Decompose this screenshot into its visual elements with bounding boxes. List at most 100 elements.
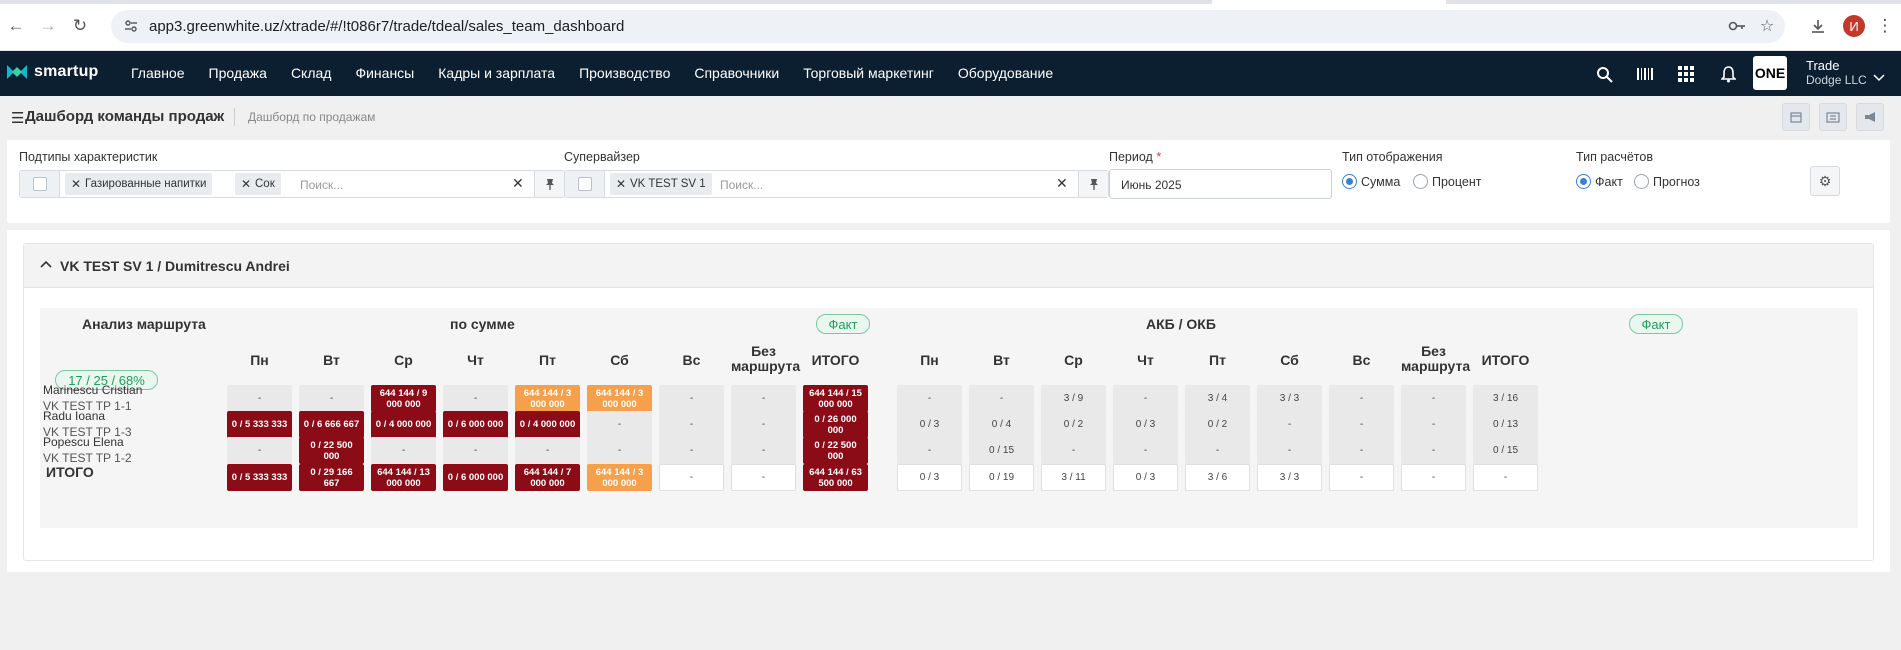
menu-item-sales[interactable]: Продажа	[209, 65, 267, 81]
download-icon[interactable]	[1807, 15, 1829, 37]
pin-icon[interactable]	[534, 171, 564, 197]
metric-cell[interactable]: 0 / 6 000 000	[443, 464, 508, 491]
metric-cell[interactable]: -	[897, 385, 962, 412]
metric-cell[interactable]: -	[587, 411, 652, 438]
group-header[interactable]: VK TEST SV 1 / Dumitrescu Andrei	[24, 244, 1873, 288]
bookmark-star-icon[interactable]: ☆	[1757, 16, 1777, 36]
clear-icon[interactable]: ✕	[512, 175, 524, 192]
metric-cell[interactable]: 0 / 6 666 667	[299, 411, 364, 438]
radio-off[interactable]	[1634, 174, 1649, 189]
metric-cell[interactable]: 0 / 3	[1113, 464, 1178, 491]
metric-cell[interactable]: 644 144 / 13 000 000	[371, 464, 436, 491]
remove-tag-icon[interactable]: ✕	[241, 173, 251, 195]
reload-icon[interactable]: ↻	[69, 15, 91, 37]
apps-grid-icon[interactable]	[1676, 64, 1696, 84]
metric-cell[interactable]: -	[731, 437, 796, 464]
metric-cell[interactable]: -	[1185, 437, 1250, 464]
subtypes-checkbox[interactable]	[20, 171, 60, 197]
back-icon[interactable]: ←	[5, 15, 27, 37]
metric-cell[interactable]: 644 144 / 63 500 000	[803, 464, 868, 491]
metric-cell[interactable]: 0 / 3	[897, 411, 962, 438]
metric-cell[interactable]: 0 / 26 000 000	[803, 411, 868, 438]
metric-cell[interactable]: -	[731, 464, 796, 491]
metric-cell[interactable]: 0 / 4 000 000	[371, 411, 436, 438]
metric-cell[interactable]: -	[1257, 437, 1322, 464]
metric-cell[interactable]: 644 144 / 15 000 000	[803, 385, 868, 412]
metric-cell[interactable]: -	[731, 385, 796, 412]
subtypes-search-input[interactable]: Поиск...	[300, 178, 343, 192]
metric-cell[interactable]: 0 / 19	[969, 464, 1034, 491]
metric-cell[interactable]: -	[227, 385, 292, 412]
metric-cell[interactable]: 0 / 29 166 667	[299, 464, 364, 491]
radio-display-sum[interactable]: Сумма	[1342, 174, 1400, 189]
active-tab[interactable]	[1212, 0, 1446, 4]
settings-gear-icon[interactable]: ⚙	[1810, 166, 1840, 196]
menu-item-main[interactable]: Главное	[131, 65, 185, 81]
metric-cell[interactable]: -	[371, 437, 436, 464]
metric-cell[interactable]: -	[1401, 437, 1466, 464]
menu-item-hr-payroll[interactable]: Кадры и зарплата	[438, 65, 555, 81]
metric-cell[interactable]: -	[1329, 437, 1394, 464]
metric-cell[interactable]: -	[1473, 464, 1538, 491]
supervisor-checkbox[interactable]	[565, 171, 605, 197]
metric-cell[interactable]: 3 / 3	[1257, 385, 1322, 412]
remove-tag-icon[interactable]: ✕	[616, 173, 626, 195]
metric-cell[interactable]: 0 / 4 000 000	[515, 411, 580, 438]
metric-cell[interactable]: 0 / 4	[969, 411, 1034, 438]
remove-tag-icon[interactable]: ✕	[71, 173, 81, 195]
metric-cell[interactable]: -	[659, 411, 724, 438]
menu-item-trade-marketing[interactable]: Торговый маркетинг	[803, 65, 934, 81]
metric-cell[interactable]: 0 / 6 000 000	[443, 411, 508, 438]
metric-cell[interactable]: 0 / 22 500 000	[803, 437, 868, 464]
hamburger-icon[interactable]: ☰	[11, 109, 24, 127]
metric-cell[interactable]: -	[443, 385, 508, 412]
id-card-icon[interactable]	[1819, 103, 1847, 131]
radio-on[interactable]	[1576, 174, 1591, 189]
metric-cell[interactable]: 644 144 / 3 000 000	[587, 385, 652, 412]
metric-cell[interactable]: 0 / 15	[969, 437, 1034, 464]
radio-display-percent[interactable]: Процент	[1413, 174, 1482, 189]
metric-cell[interactable]: -	[227, 437, 292, 464]
metric-cell[interactable]: -	[299, 385, 364, 412]
metric-cell[interactable]: 0 / 3	[897, 464, 962, 491]
forward-icon[interactable]: →	[37, 15, 59, 37]
metric-cell[interactable]: 0 / 15	[1473, 437, 1538, 464]
metric-cell[interactable]: -	[1329, 411, 1394, 438]
pin-icon[interactable]	[1078, 171, 1108, 197]
metric-cell[interactable]: 3 / 11	[1041, 464, 1106, 491]
calendar-icon[interactable]	[1782, 103, 1810, 131]
metric-cell[interactable]: -	[659, 464, 724, 491]
metric-cell[interactable]: 3 / 9	[1041, 385, 1106, 412]
metric-cell[interactable]: -	[1041, 437, 1106, 464]
metric-cell[interactable]: -	[1401, 385, 1466, 412]
clear-icon[interactable]: ✕	[1056, 175, 1068, 192]
more-menu-icon[interactable]: ⋮	[1877, 15, 1894, 37]
metric-cell[interactable]: -	[969, 385, 1034, 412]
radio-calc-forecast[interactable]: Прогноз	[1634, 174, 1700, 189]
metric-cell[interactable]: -	[1257, 411, 1322, 438]
metric-cell[interactable]: 0 / 5 333 333	[227, 411, 292, 438]
metric-cell[interactable]: 0 / 2	[1185, 411, 1250, 438]
app-logo[interactable]: smartup	[6, 63, 99, 81]
metric-cell[interactable]: 644 144 / 3 000 000	[515, 385, 580, 412]
metric-cell[interactable]: 0 / 22 500 000	[299, 437, 364, 464]
metric-cell[interactable]: 3 / 6	[1185, 464, 1250, 491]
radio-on[interactable]	[1342, 174, 1357, 189]
address-bar[interactable]: app3.greenwhite.uz/xtrade/#/!t086r7/trad…	[111, 10, 1785, 43]
menu-item-equipment[interactable]: Оборудование	[958, 65, 1053, 81]
supervisor-select[interactable]: ✕ VK TEST SV 1 Поиск... ✕	[564, 170, 1109, 198]
metric-cell[interactable]: 0 / 2	[1041, 411, 1106, 438]
metric-cell[interactable]: -	[1329, 385, 1394, 412]
company-switcher[interactable]: Trade Dodge LLC	[1806, 58, 1867, 88]
metric-cell[interactable]: -	[659, 385, 724, 412]
megaphone-icon[interactable]	[1856, 103, 1884, 131]
menu-item-production[interactable]: Производство	[579, 65, 670, 81]
supervisor-search-input[interactable]: Поиск...	[720, 178, 763, 192]
menu-item-warehouse[interactable]: Склад	[291, 65, 332, 81]
subtypes-select[interactable]: ✕ Газированные напитки ✕ Сок Поиск... ✕	[19, 170, 565, 198]
metric-cell[interactable]: 3 / 16	[1473, 385, 1538, 412]
metric-cell[interactable]: 644 144 / 7 000 000	[515, 464, 580, 491]
metric-cell[interactable]: -	[1329, 464, 1394, 491]
employee-name[interactable]: Popescu Elena VK TEST TP 1-2	[43, 434, 132, 466]
metric-cell[interactable]: 0 / 3	[1113, 411, 1178, 438]
